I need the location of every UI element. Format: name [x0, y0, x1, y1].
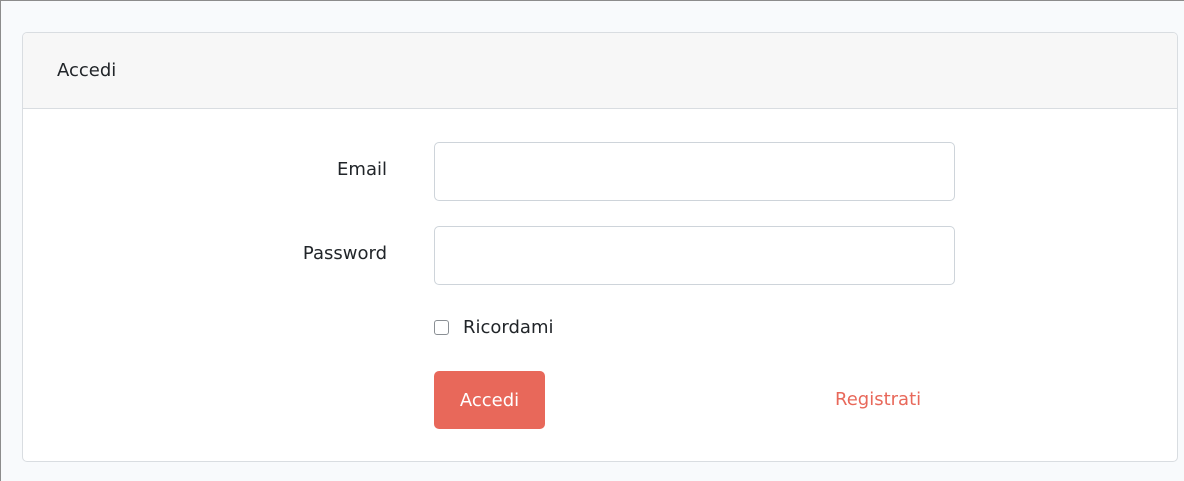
password-label: Password	[302, 243, 387, 264]
remember-label: Ricordami	[463, 317, 554, 338]
email-field[interactable]	[434, 142, 955, 201]
frame-border-top	[0, 0, 1184, 1]
login-card: Accedi Email Password Ricordami Accedi R…	[22, 32, 1178, 462]
remember-checkbox[interactable]	[434, 320, 449, 335]
card-header: Accedi	[23, 33, 1177, 109]
password-field[interactable]	[434, 226, 955, 285]
frame-border-left	[0, 0, 1, 481]
register-link[interactable]: Registrati	[835, 389, 921, 410]
login-button[interactable]: Accedi	[434, 371, 545, 429]
card-title: Accedi	[57, 60, 117, 81]
email-label: Email	[337, 159, 387, 180]
remember-me[interactable]: Ricordami	[434, 317, 554, 338]
